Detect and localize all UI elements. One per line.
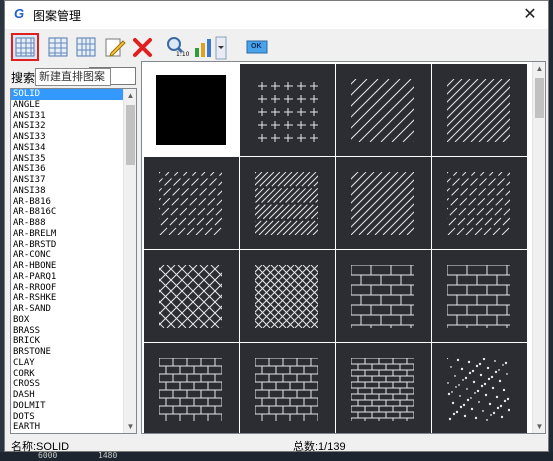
list-item[interactable]: BOX: [11, 315, 124, 326]
list-item[interactable]: AR-RROOF: [11, 283, 124, 294]
delete-pattern-button[interactable]: [129, 33, 157, 61]
bar-chart-icon: [195, 36, 227, 60]
new-pattern-button-2[interactable]: [45, 33, 73, 61]
list-item[interactable]: ANSI37: [11, 175, 124, 186]
pattern-tile[interactable]: [432, 157, 527, 249]
list-item[interactable]: CLAY: [11, 358, 124, 369]
scroll-down-icon[interactable]: ▼: [124, 420, 136, 433]
list-item[interactable]: AR-B88: [11, 218, 124, 229]
pattern-tile[interactable]: [240, 343, 335, 433]
app-logo-icon: G: [14, 6, 25, 21]
scroll-down-icon[interactable]: ▼: [533, 420, 545, 433]
scroll-up-icon[interactable]: ▲: [533, 62, 545, 75]
edit-icon: [105, 38, 126, 57]
pattern-tile[interactable]: [336, 250, 431, 342]
scroll-thumb[interactable]: [126, 105, 135, 165]
pattern-tile[interactable]: [144, 64, 239, 156]
search-label: 搜索: [11, 71, 36, 85]
list-item[interactable]: DOLMIT: [11, 401, 124, 412]
list-item[interactable]: ANSI31: [11, 111, 124, 122]
title-bar: G 图案管理 ✕: [5, 1, 548, 29]
list-scrollbar[interactable]: ▲ ▼: [123, 89, 136, 433]
pattern-preview-panel: ▲ ▼: [141, 61, 546, 434]
pattern-tile[interactable]: [432, 64, 527, 156]
grid-icon: [76, 37, 96, 57]
pattern-tile[interactable]: [144, 250, 239, 342]
grid-icon: [48, 37, 68, 57]
pattern-tile[interactable]: [336, 64, 431, 156]
list-item[interactable]: CROSS: [11, 379, 124, 390]
list-item[interactable]: CORK: [11, 369, 124, 380]
pattern-tile[interactable]: [240, 157, 335, 249]
status-bar: 名称:SOLID 总数:1/139: [5, 437, 548, 453]
list-item[interactable]: ANGLE: [11, 100, 124, 111]
pattern-list-items: SOLID ANGLE ANSI31 ANSI32 ANSI33 ANSI34 ANSI35…: [11, 89, 124, 433]
pattern-tile[interactable]: [336, 157, 431, 249]
list-item[interactable]: DOTS: [11, 412, 124, 423]
list-item[interactable]: BRICK: [11, 336, 124, 347]
preview-scrollbar[interactable]: ▲ ▼: [532, 62, 545, 433]
status-count: 总数:1/139: [293, 441, 346, 453]
zoom-scale-button[interactable]: 1:10: [163, 33, 191, 61]
list-item[interactable]: AR-RSHKE: [11, 293, 124, 304]
list-item[interactable]: ANSI32: [11, 121, 124, 132]
list-item[interactable]: AR-PARQ1: [11, 272, 124, 283]
list-item[interactable]: AR-HBONE: [11, 261, 124, 272]
status-name: 名称:SOLID: [11, 441, 70, 453]
list-item[interactable]: AR-BRSTD: [11, 240, 124, 251]
list-item[interactable]: BRASS: [11, 326, 124, 337]
pattern-tile-grid: [144, 64, 532, 433]
list-item[interactable]: ANSI36: [11, 164, 124, 175]
pattern-tile[interactable]: [432, 343, 527, 433]
scroll-up-icon[interactable]: ▲: [124, 89, 136, 102]
pattern-tile[interactable]: [336, 343, 431, 433]
grid-new-icon: [15, 37, 35, 57]
ok-label: OK: [251, 43, 262, 50]
toolbar: 1:10 OK: [5, 29, 548, 63]
list-item[interactable]: BRSTONE: [11, 347, 124, 358]
edit-pattern-button[interactable]: [101, 33, 129, 61]
cad-label: 1480: [98, 451, 118, 460]
list-item[interactable]: ANSI33: [11, 132, 124, 143]
tooltip: 新建直排图案: [35, 68, 111, 86]
list-item[interactable]: AR-BRELM: [11, 229, 124, 240]
window-title: 图案管理: [33, 9, 82, 23]
list-item[interactable]: ANSI35: [11, 154, 124, 165]
pattern-manager-dialog: G 图案管理 ✕ 1:10 OK 搜索 SOLID ANGLE ANSI31 A…: [4, 0, 549, 453]
list-item[interactable]: AR-B816: [11, 197, 124, 208]
scale-badge: 1:10: [176, 51, 190, 58]
list-item[interactable]: ANSI38: [11, 186, 124, 197]
list-item[interactable]: EARTH: [11, 422, 124, 433]
pattern-list[interactable]: SOLID ANGLE ANSI31 ANSI32 ANSI33 ANSI34 ANSI35…: [10, 88, 137, 434]
list-item[interactable]: AR-B816C: [11, 207, 124, 218]
list-item[interactable]: AR-CONC: [11, 250, 124, 261]
cad-background-bottom: 6000 1480: [0, 451, 553, 461]
list-item[interactable]: DASH: [11, 390, 124, 401]
pattern-tile[interactable]: [240, 64, 335, 156]
scroll-thumb[interactable]: [535, 78, 544, 118]
close-button[interactable]: ✕: [520, 5, 540, 25]
list-item[interactable]: AR-SAND: [11, 304, 124, 315]
list-item[interactable]: SOLID: [11, 89, 124, 100]
list-item[interactable]: ANSI34: [11, 143, 124, 154]
chart-button[interactable]: [191, 33, 229, 61]
ok-button[interactable]: OK: [243, 33, 271, 61]
new-pattern-button-3[interactable]: [73, 33, 101, 61]
pattern-tile[interactable]: [144, 157, 239, 249]
pattern-tile[interactable]: [144, 343, 239, 433]
delete-x-icon: [133, 38, 152, 57]
pattern-tile[interactable]: [240, 250, 335, 342]
pattern-tile[interactable]: [432, 250, 527, 342]
new-vertical-pattern-button[interactable]: [11, 33, 39, 61]
